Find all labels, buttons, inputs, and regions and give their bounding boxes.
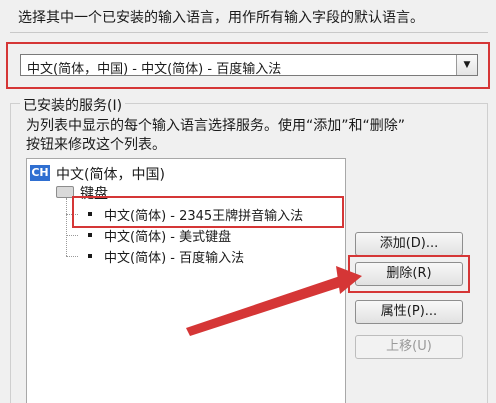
arrow-shaft: [186, 276, 344, 336]
annotation-arrow: [186, 266, 362, 336]
arrow-head: [336, 266, 362, 294]
